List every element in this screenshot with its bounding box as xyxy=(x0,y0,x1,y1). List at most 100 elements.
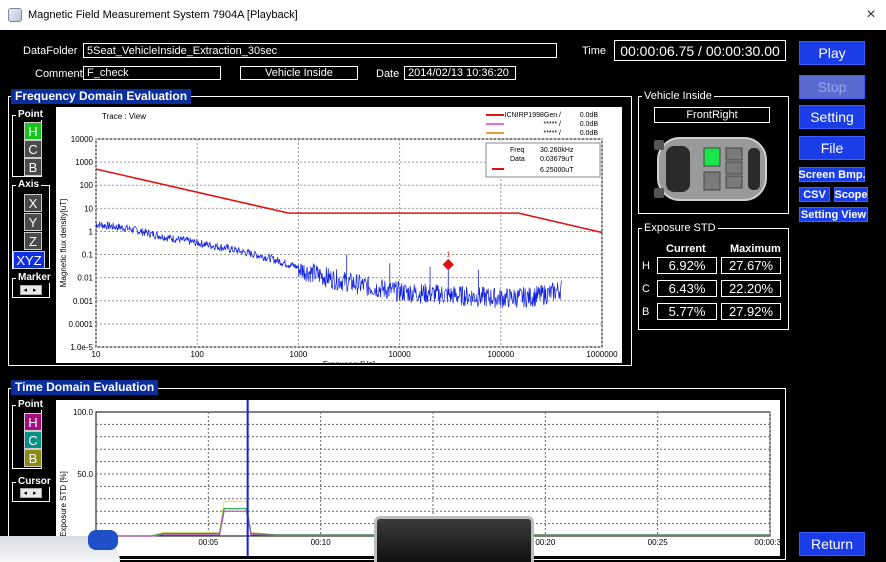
x-tick-label: 1000000 xyxy=(586,350,618,359)
legend-name: ***** / xyxy=(543,121,561,128)
play-button[interactable]: Play xyxy=(799,41,865,65)
legend-name: ***** / xyxy=(543,130,561,137)
setting-button[interactable]: Setting xyxy=(799,105,865,129)
car-rear-window xyxy=(748,148,760,190)
y-tick-label: 1 xyxy=(89,227,94,236)
marker-freq-value: 30.260kHz xyxy=(540,147,574,154)
car-windshield xyxy=(666,146,690,192)
marker-limit-value: 6.25000uT xyxy=(540,167,574,174)
marker-freq-label: Freq xyxy=(510,147,525,154)
freq-axis-label: Axis xyxy=(16,179,42,190)
cursor-label: Cursor xyxy=(16,476,53,487)
seat-front-right-active xyxy=(703,147,721,167)
marker-stepper[interactable]: ◂ ▸ xyxy=(20,285,42,295)
marker-data-value: 0.03679uT xyxy=(540,156,574,163)
exposure-h-maximum: 27.67% xyxy=(721,257,781,274)
axis-xyz-button[interactable]: XYZ xyxy=(13,251,45,269)
y-tick-label: 0.0001 xyxy=(69,320,94,329)
car-mirror-left xyxy=(654,140,664,150)
x-tick-label: 100 xyxy=(191,350,205,359)
y-tick-label: 1000 xyxy=(75,158,93,167)
x-tick-label: 10000 xyxy=(388,350,411,359)
x-tick-label: 100000 xyxy=(487,350,514,359)
y-tick-label: 1.0e-5 xyxy=(70,343,93,352)
date-field: 2014/02/13 10:36:20 xyxy=(404,66,516,80)
exposure-c-maximum: 22.20% xyxy=(721,280,781,297)
seat xyxy=(703,171,721,191)
comment-field: F_check xyxy=(83,66,221,80)
scope-button[interactable]: Scope xyxy=(834,187,868,202)
frequency-chart: 10 100 1000 10000 100000 1000000 1.0e-5 0.0001 0… xyxy=(56,107,622,363)
exposure-row-h-label: H xyxy=(642,260,650,272)
car-seat-map[interactable] xyxy=(648,130,776,208)
chart-title: Trace : View xyxy=(102,112,146,121)
screen-bmp-button[interactable]: Screen Bmp. xyxy=(798,167,866,182)
foreground-laptop xyxy=(374,516,534,562)
y-axis-label: Exposure STD [%] xyxy=(59,471,68,537)
y-axis-label: Magnetic flux density[uT] xyxy=(59,199,68,287)
close-icon[interactable]: × xyxy=(856,6,886,24)
x-tick-label: 00:25 xyxy=(648,538,669,547)
time-panel-title: Time Domain Evaluation xyxy=(11,380,159,395)
axis-y-button[interactable]: Y xyxy=(24,213,42,231)
x-tick-label: 00:05 xyxy=(198,538,219,547)
freq-point-label: Point xyxy=(16,109,45,120)
frequency-panel-title: Frequency Domain Evaluation xyxy=(11,89,192,104)
legend-name: ICNIRP1998Gen / xyxy=(505,112,561,119)
seat xyxy=(725,175,743,189)
y-tick-label: 100 xyxy=(80,181,94,190)
axis-z-button[interactable]: Z xyxy=(24,232,42,250)
legend-value: 0.0dB xyxy=(580,130,599,137)
time-label: Time xyxy=(582,45,607,57)
return-button[interactable]: Return xyxy=(799,532,865,556)
marker-label: Marker xyxy=(16,272,53,283)
y-tick-label: 0.001 xyxy=(73,297,94,306)
freq-point-h-button[interactable]: H xyxy=(24,122,42,140)
x-axis-label: Frequency[Hz] xyxy=(323,360,375,363)
marker-index: 1 xyxy=(446,252,450,259)
csv-button[interactable]: CSV xyxy=(799,187,830,202)
date-label: Date xyxy=(376,68,400,80)
x-tick-label: 1000 xyxy=(290,350,308,359)
y-tick-label: 10000 xyxy=(71,135,94,144)
x-tick-label: 00:20 xyxy=(535,538,556,547)
stop-button[interactable]: Stop xyxy=(799,75,865,99)
seat xyxy=(725,161,743,175)
y-tick-label: 0.01 xyxy=(77,274,93,283)
exposure-current-header: Current xyxy=(666,243,706,255)
time-point-c-button[interactable]: C xyxy=(24,431,42,449)
location-field: Vehicle Inside xyxy=(240,66,358,80)
vehicle-position-field: FrontRight xyxy=(654,107,770,123)
exposure-panel-title: Exposure STD xyxy=(642,222,718,234)
file-button[interactable]: File xyxy=(799,136,865,160)
exposure-h-current: 6.92% xyxy=(657,257,717,274)
exposure-b-maximum: 27.92% xyxy=(721,303,781,320)
datafolder-field: 5Seat_VehicleInside_Extraction_30sec xyxy=(83,43,557,58)
car-mirror-right xyxy=(654,188,664,198)
cursor-stepper[interactable]: ◂ ▸ xyxy=(20,488,42,498)
y-tick-label: 0.1 xyxy=(82,251,94,260)
exposure-row-c-label: C xyxy=(642,283,650,295)
y-tick-label: 50.0 xyxy=(77,470,93,479)
legend-value: 0.0dB xyxy=(580,121,599,128)
time-point-label: Point xyxy=(16,399,45,410)
app-icon xyxy=(8,8,22,22)
exposure-row-b-label: B xyxy=(642,306,650,318)
time-display: 00:00:06.75 / 00:00:30.00 xyxy=(614,40,786,61)
freq-point-c-button[interactable]: C xyxy=(24,140,42,158)
time-point-h-button[interactable]: H xyxy=(24,413,42,431)
window-title: Magnetic Field Measurement System 7904A … xyxy=(28,9,298,21)
y-tick-label: 10 xyxy=(84,204,93,213)
x-tick-label: 00:10 xyxy=(311,538,332,547)
time-point-b-button[interactable]: B xyxy=(24,449,42,467)
x-tick-label: 00:00:30 xyxy=(754,538,780,547)
freq-point-b-button[interactable]: B xyxy=(24,158,42,176)
marker-data-label: Data xyxy=(510,156,525,163)
datafolder-label: DataFolder xyxy=(23,45,78,57)
setting-view-button[interactable]: Setting View xyxy=(799,207,868,222)
axis-x-button[interactable]: X xyxy=(24,194,42,212)
exposure-c-current: 6.43% xyxy=(657,280,717,297)
window-titlebar: Magnetic Field Measurement System 7904A … xyxy=(0,0,886,30)
seat xyxy=(725,147,743,161)
exposure-b-current: 5.77% xyxy=(657,303,717,320)
